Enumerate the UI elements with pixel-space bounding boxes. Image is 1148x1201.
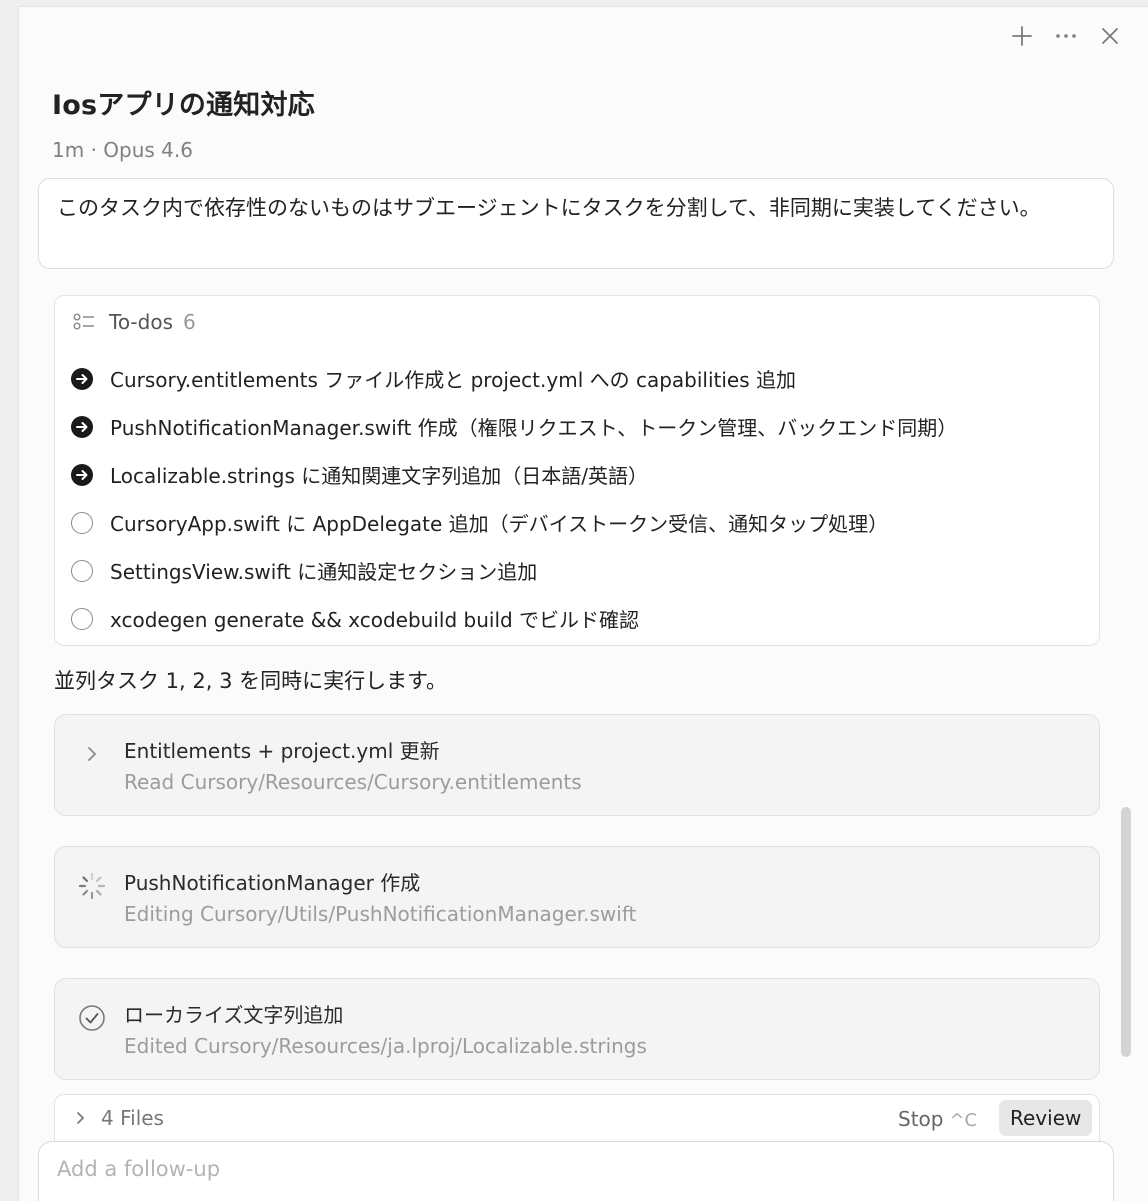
arrow-circle-icon [71,463,93,486]
todo-text: xcodegen generate && xcodebuild build でビ… [110,608,640,632]
task-detail: Read Cursory/Resources/Cursory.entitleme… [124,770,582,794]
todo-text: CursoryApp.swift に AppDelegate 追加（デバイストー… [110,512,889,536]
session-meta: 1m · Opus 4.6 [52,138,193,162]
chevron-right-icon [77,1112,84,1124]
todos-count: 6 [183,310,196,334]
arrow-circle-icon [71,367,93,390]
stop-label: Stop [898,1107,944,1131]
close-icon[interactable] [1099,25,1121,47]
chevron-right-icon [77,739,107,769]
todos-header: To-dos 6 [73,310,196,334]
todo-item: Cursory.entitlements ファイル作成と project.yml… [71,364,796,393]
todo-item: xcodegen generate && xcodebuild build でビ… [71,604,639,633]
followup-box [38,1141,1114,1201]
header-actions [1011,25,1121,47]
task-detail: Edited Cursory/Resources/ja.lproj/Locali… [124,1034,647,1058]
stop-shortcut: ^C [949,1110,978,1131]
todo-item: SettingsView.swift に通知設定セクション追加 [71,556,537,585]
todo-item: PushNotificationManager.swift 作成（権限リクエスト… [71,412,957,441]
todos-label: To-dos [109,310,173,334]
task-detail: Editing Cursory/Utils/PushNotificationMa… [124,902,637,926]
subagent-task-card[interactable]: ローカライズ文字列追加 Edited Cursory/Resources/ja.… [54,978,1100,1080]
arrow-circle-icon [71,415,93,438]
page-title: Iosアプリの通知対応 [52,90,315,121]
subagent-task-card[interactable]: PushNotificationManager 作成 Editing Curso… [54,846,1100,948]
new-icon[interactable] [1011,25,1033,47]
checklist-icon [73,313,94,330]
review-button[interactable]: Review [999,1100,1093,1136]
more-icon[interactable] [1055,25,1077,47]
empty-circle-icon [71,511,93,534]
task-name: PushNotificationManager 作成 [124,871,421,895]
followup-input[interactable] [55,1156,959,1182]
todo-item: Localizable.strings に通知関連文字列追加（日本語/英語） [71,460,648,489]
subagent-task-card[interactable]: Entitlements + project.yml 更新 Read Curso… [54,714,1100,816]
task-name: Entitlements + project.yml 更新 [124,739,440,763]
check-circle-icon [77,1003,107,1033]
spinner-icon [77,871,107,901]
todos-panel: To-dos 6 Cursory.entitlements ファイル作成と pr… [54,295,1100,646]
todo-item: CursoryApp.swift に AppDelegate 追加（デバイストー… [71,508,888,537]
todo-text: SettingsView.swift に通知設定セクション追加 [110,560,538,584]
user-prompt: このタスク内で依存性のないものはサブエージェントにタスクを分割して、非同期に実装… [38,178,1114,269]
todo-text: Localizable.strings に通知関連文字列追加（日本語/英語） [110,464,648,488]
scrollbar[interactable] [1121,807,1131,1057]
todo-text: PushNotificationManager.swift 作成（権限リクエスト… [110,416,958,440]
todo-text: Cursory.entitlements ファイル作成と project.yml… [110,368,797,392]
status-message: 並列タスク 1, 2, 3 を同時に実行します。 [54,669,448,693]
stop-button[interactable]: Stop ^C [898,1107,977,1131]
empty-circle-icon [71,607,93,630]
empty-circle-icon [71,559,93,582]
files-toggle[interactable]: 4 Files [75,1106,164,1130]
agent-panel: Iosアプリの通知対応 1m · Opus 4.6 このタスク内で依存性のないも… [18,6,1148,1201]
files-label: 4 Files [101,1106,164,1130]
task-name: ローカライズ文字列追加 [124,1003,344,1027]
